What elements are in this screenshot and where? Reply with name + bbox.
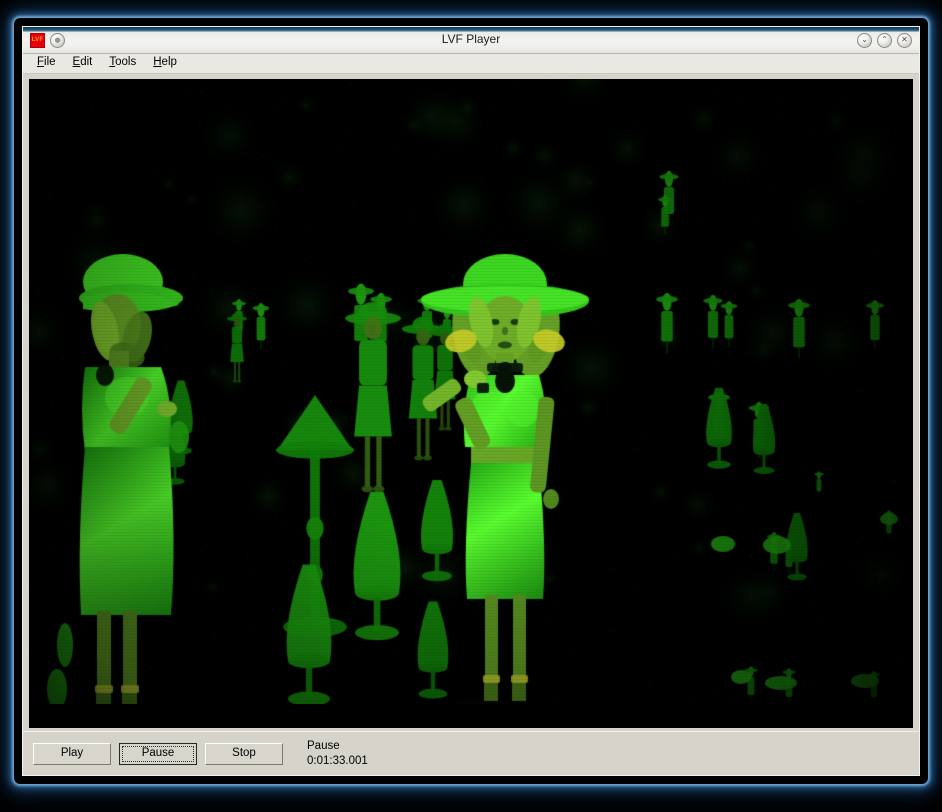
video-area	[23, 74, 919, 731]
menu-accel-help: H	[153, 56, 161, 68]
chevron-up-icon[interactable]: ⌃	[877, 33, 892, 48]
video-frame[interactable]	[29, 79, 913, 728]
menu-item-help[interactable]: Help	[147, 56, 185, 71]
menu-rest-help: elp	[162, 56, 177, 68]
timecode: 0:01:33.001	[307, 754, 368, 768]
video-surface[interactable]	[29, 79, 913, 704]
menu-accel-file: F	[37, 56, 44, 68]
menu-rest-tools: ools	[115, 56, 136, 68]
playback-state: Pause	[307, 739, 368, 753]
menu-item-tools[interactable]: Tools	[103, 56, 144, 71]
menu-rest-file: ile	[44, 56, 56, 68]
app-icon: LVF	[30, 33, 45, 48]
menu-rest-edit: dit	[80, 56, 92, 68]
menubar: File Edit Tools Help	[23, 54, 919, 74]
playback-controlbar: Play Pause Stop Pause 0:01:33.001	[23, 731, 919, 775]
lvf-player-window: LVF ● LVF Player ⌄ ⌃ ✕ File Edit Tools H…	[22, 26, 920, 776]
play-button[interactable]: Play	[33, 743, 111, 765]
chevron-down-icon[interactable]: ⌄	[857, 33, 872, 48]
titlebar[interactable]: LVF ● LVF Player ⌄ ⌃ ✕	[23, 27, 919, 54]
pause-button[interactable]: Pause	[119, 743, 197, 765]
titlebar-left-group: LVF ●	[23, 33, 65, 48]
window-title: LVF Player	[23, 32, 919, 46]
menu-item-edit[interactable]: Edit	[67, 56, 101, 71]
menu-item-file[interactable]: File	[31, 56, 64, 71]
close-x-icon[interactable]: ✕	[897, 33, 912, 48]
status-block: Pause 0:01:33.001	[307, 739, 368, 769]
stop-button[interactable]: Stop	[205, 743, 283, 765]
window-controls: ⌄ ⌃ ✕	[857, 33, 919, 48]
circle-menu-icon[interactable]: ●	[50, 33, 65, 48]
